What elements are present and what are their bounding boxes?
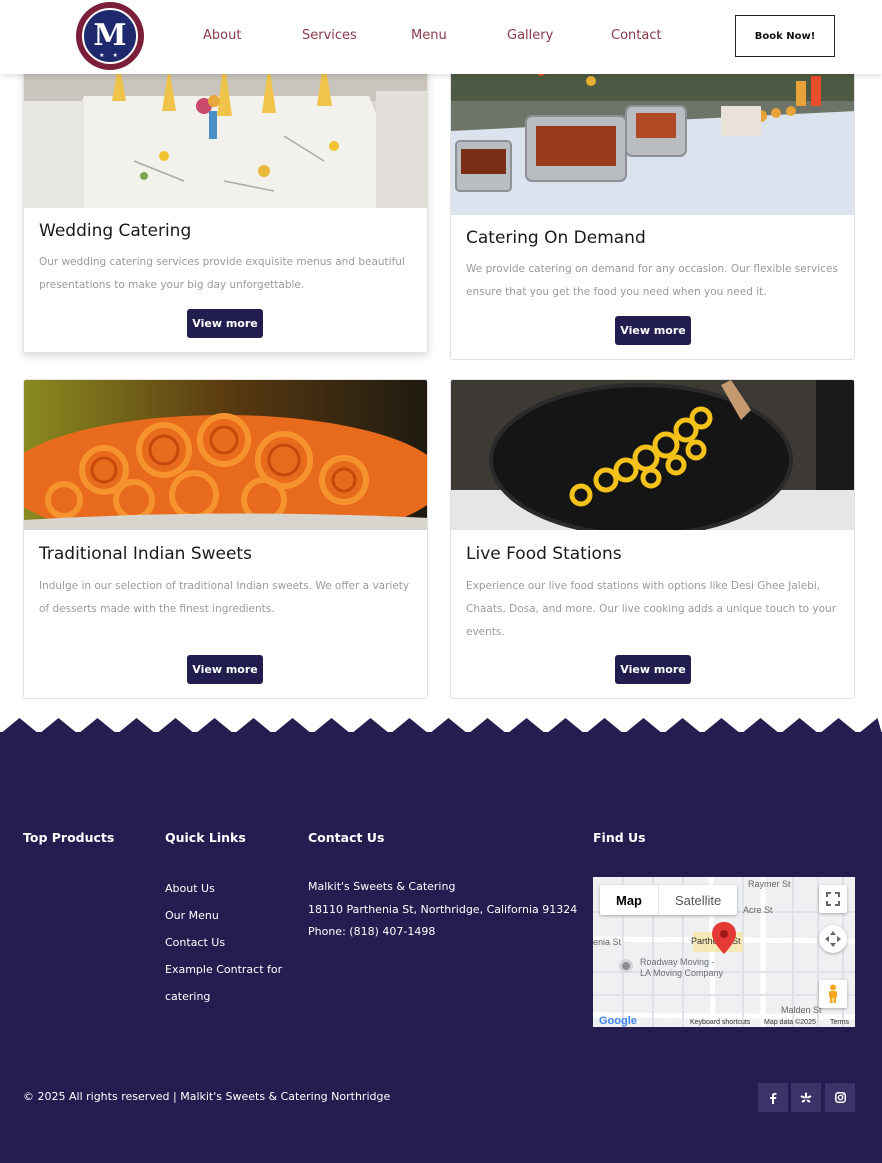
map-terms-link[interactable]: Terms: [830, 1019, 849, 1026]
footer-heading-top-products: Top Products: [23, 830, 115, 845]
footer-link-example-contract-cont[interactable]: catering: [165, 990, 210, 1003]
map-pin-icon[interactable]: [712, 922, 736, 954]
fullscreen-icon[interactable]: [819, 885, 847, 913]
contact-address: 18110 Parthenia St, Northridge, Californ…: [308, 903, 578, 916]
map-street-label: enia St: [593, 937, 622, 947]
map-tab-satellite[interactable]: Satellite: [658, 885, 737, 915]
map-street-label: Acre St: [743, 905, 773, 915]
logo-badge: M ★ ★: [82, 8, 138, 64]
live-jalebi-frying-image: [451, 380, 854, 530]
map-poi-label: Roadway Moving -: [640, 957, 715, 967]
view-more-button[interactable]: View more: [615, 655, 691, 684]
card-description: Indulge in our selection of traditional …: [39, 580, 410, 615]
service-card-live-stations: Live Food Stations Experience our live f…: [450, 379, 855, 699]
book-now-button[interactable]: Book Now!: [735, 15, 835, 57]
card-description: Experience our live food stations with o…: [466, 580, 837, 638]
footer-link-contact-us[interactable]: Contact Us: [165, 936, 225, 949]
google-logo: Google: [599, 1015, 637, 1027]
instagram-icon[interactable]: [825, 1083, 855, 1112]
footer-heading-contact: Contact Us: [308, 830, 385, 845]
view-more-button[interactable]: View more: [615, 316, 691, 345]
map-street-label: Raymer St: [748, 879, 791, 889]
card-title: Catering On Demand: [466, 228, 646, 248]
map-type-tabs: Map Satellite: [600, 885, 738, 915]
card-title: Live Food Stations: [466, 544, 622, 564]
view-more-button[interactable]: View more: [187, 655, 263, 684]
footer-link-example-contract[interactable]: Example Contract for: [165, 963, 282, 976]
nav-about[interactable]: About: [203, 28, 241, 43]
logo-stars: ★ ★: [99, 52, 121, 59]
card-description: We provide catering on demand for any oc…: [466, 263, 838, 298]
copyright-text: © 2025 All rights reserved | Malkit's Sw…: [23, 1090, 391, 1103]
logo-letter: M: [93, 18, 127, 53]
map-data-attribution: Map data ©2025: [764, 1019, 816, 1026]
view-more-button[interactable]: View more: [187, 309, 263, 338]
nav-gallery[interactable]: Gallery: [507, 28, 553, 43]
map-camera-control-icon[interactable]: [819, 925, 847, 953]
yelp-icon[interactable]: [791, 1083, 821, 1112]
footer-heading-find-us: Find Us: [593, 830, 646, 845]
service-card-on-demand: Catering On Demand We provide catering o…: [450, 40, 855, 360]
footer-link-our-menu[interactable]: Our Menu: [165, 909, 219, 922]
site-header: M ★ ★ About Services Menu Gallery Contac…: [0, 0, 882, 74]
map-street-label: Malden St: [781, 1005, 822, 1015]
card-title: Traditional Indian Sweets: [39, 544, 252, 564]
service-card-sweets: Traditional Indian Sweets Indulge in our…: [23, 379, 428, 699]
card-title: Wedding Catering: [39, 221, 192, 241]
google-map-embed[interactable]: Acre St Raymer St Parthenia St enia St R…: [593, 877, 855, 1027]
nav-services[interactable]: Services: [302, 28, 357, 43]
contact-business-name: Malkit's Sweets & Catering: [308, 880, 456, 893]
map-tab-map[interactable]: Map: [600, 885, 658, 915]
map-poi-label: LA Moving Company: [640, 968, 724, 978]
nav-contact[interactable]: Contact: [611, 28, 662, 43]
footer-link-about-us[interactable]: About Us: [165, 882, 215, 895]
footer-heading-quick-links: Quick Links: [165, 830, 246, 845]
keyboard-shortcuts-link[interactable]: Keyboard shortcuts: [690, 1019, 750, 1026]
contact-phone[interactable]: Phone: (818) 407-1498: [308, 925, 435, 938]
logo[interactable]: M ★ ★: [76, 2, 144, 70]
facebook-icon[interactable]: [758, 1083, 788, 1112]
service-card-wedding: Wedding Catering Our wedding catering se…: [23, 40, 428, 353]
nav-menu[interactable]: Menu: [411, 28, 447, 43]
street-view-pegman-icon[interactable]: [819, 980, 847, 1008]
map-poi-marker: [619, 959, 633, 973]
card-description: Our wedding catering services provide ex…: [39, 256, 405, 291]
jalebi-image: [24, 380, 427, 530]
